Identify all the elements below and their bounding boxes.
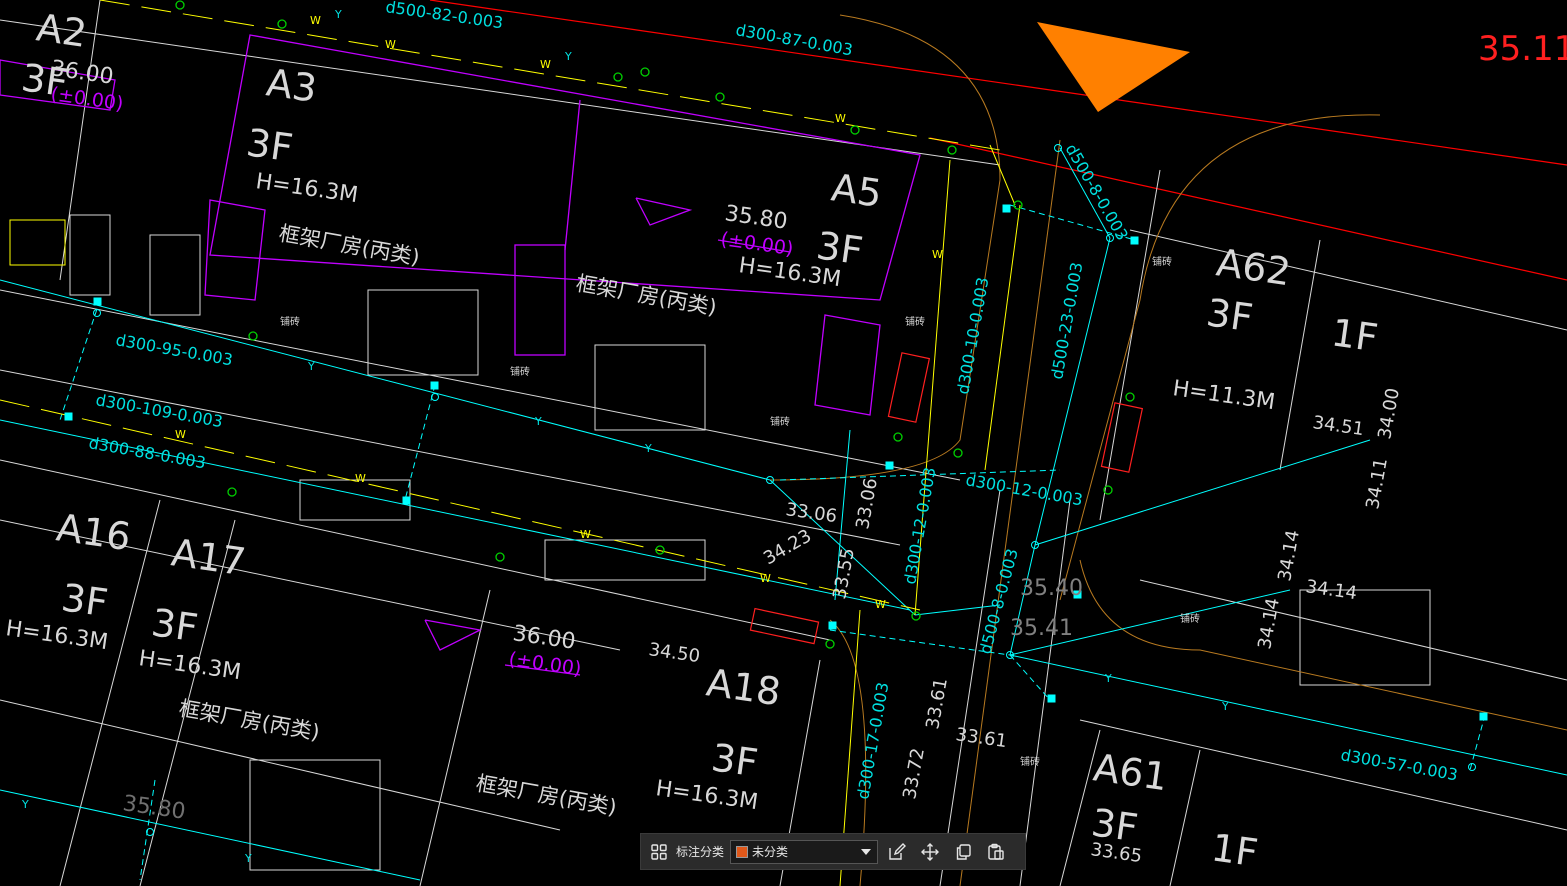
pipe-label: d300-10-0.003: [953, 276, 992, 396]
rain-mark: Y: [564, 50, 572, 63]
building-label: A61: [1091, 745, 1171, 799]
elevation-label: 34.11: [1362, 456, 1392, 510]
height-label: H=11.3M: [1171, 376, 1276, 415]
building-use-label: 框架厂房(丙类): [177, 696, 321, 744]
floor-label: 3F: [709, 735, 761, 785]
paving-label: 铺砖: [280, 315, 300, 328]
rain-mark: Y: [644, 442, 652, 455]
building-label: A18: [704, 660, 784, 714]
paving-label: 铺砖: [510, 365, 530, 378]
elevation-label: 35.80: [121, 791, 187, 825]
annotation-category-select[interactable]: 未分类: [730, 839, 879, 864]
rain-mark: Y: [1104, 672, 1112, 685]
move-arrows-icon[interactable]: [919, 841, 941, 863]
floor-label: 1F: [1209, 825, 1261, 875]
building-label: A3: [264, 60, 320, 111]
annotation-category-label: 标注分类: [676, 845, 725, 859]
annotation-toolbar: 标注分类 未分类: [640, 833, 1026, 870]
pipe-label: d300-17-0.003: [853, 681, 892, 801]
floor-label: 3F: [244, 120, 296, 170]
paving-label: 铺砖: [905, 315, 925, 328]
sewer-mark: W: [835, 112, 846, 125]
apps-grid-icon[interactable]: [648, 841, 670, 863]
elevation-label: 33.61: [954, 724, 1008, 752]
rain-mark: Y: [334, 8, 342, 21]
paving-label: 铺砖: [1152, 255, 1172, 268]
pipe-label: d500-23-0.003: [1047, 261, 1086, 381]
elevation-label: 35.41: [1010, 616, 1073, 641]
floor-label: 3F: [1204, 290, 1256, 340]
sewer-mark: W: [310, 14, 321, 27]
copy-icon[interactable]: [952, 841, 974, 863]
sewer-mark: W: [932, 248, 943, 261]
pipe-label: d300-12-0.003: [900, 466, 939, 586]
building-label: A62: [1214, 240, 1294, 294]
elevation-label: 35.11: [1478, 29, 1567, 69]
pipe-label: d300-88-0.003: [87, 433, 207, 472]
pipe-label: d300-12-0.003: [964, 470, 1084, 509]
paste-icon[interactable]: [985, 841, 1007, 863]
elevation-label: 34.14: [1254, 596, 1284, 650]
orange-marker-icon: [1037, 22, 1190, 112]
building-label: A17: [169, 530, 249, 584]
category-select-value: 未分类: [752, 845, 789, 859]
rain-mark: Y: [21, 798, 29, 811]
elevation-label: 34.00: [1374, 386, 1404, 440]
cad-viewport[interactable]: A2 A3 A5 A16 A17 A18 A62 A61 3F 3F 3F 3F…: [0, 0, 1567, 886]
building-label: A16: [54, 505, 134, 559]
elevation-label: 34.14: [1304, 576, 1358, 604]
floor-label: 1F: [1329, 310, 1381, 360]
pipe-label: d300-109-0.003: [94, 390, 224, 431]
elevation-label: 33.72: [899, 746, 929, 800]
building-label: A5: [829, 165, 885, 216]
rain-mark: Y: [534, 415, 542, 428]
pipe-label: d300-87-0.003: [734, 20, 854, 59]
paving-label: 铺砖: [1020, 755, 1040, 768]
cad-drawing-canvas[interactable]: A2 A3 A5 A16 A17 A18 A62 A61 3F 3F 3F 3F…: [0, 0, 1567, 886]
elevation-label: 34.51: [1311, 412, 1365, 440]
building-texts: A2 A3 A5 A16 A17 A18 A62 A61 3F 3F 3F 3F…: [19, 5, 1381, 875]
height-label: H=16.3M: [254, 169, 359, 208]
sewer-mark: W: [355, 472, 366, 485]
site-boundary: [429, 0, 1567, 281]
elevation-label: 34.14: [1274, 528, 1304, 582]
elevation-label: 34.23: [760, 525, 815, 569]
relative-elevation-texts: (±0.00) (±0.00) (±0.00): [49, 83, 794, 680]
elevation-label: 33.55: [829, 546, 859, 600]
pipe-label: d300-57-0.003: [1339, 745, 1459, 784]
pipe-label: d500-82-0.003: [384, 0, 504, 32]
paving-label: 铺砖: [770, 415, 790, 428]
sewer-mark: W: [385, 38, 396, 51]
elevation-label: 34.50: [647, 639, 701, 667]
sewer-mark: W: [175, 428, 186, 441]
building-use-label: 框架厂房(丙类): [277, 221, 421, 269]
use-texts: 框架厂房(丙类) 框架厂房(丙类) 框架厂房(丙类) 框架厂房(丙类): [177, 221, 718, 819]
equipment-boxes: [749, 352, 1144, 645]
elevation-label: 33.06: [852, 476, 882, 530]
chevron-down-icon: [861, 848, 872, 855]
category-color-swatch: [736, 845, 749, 858]
floor-label: 3F: [149, 600, 201, 650]
pipe-label: d500-8-0.003: [1062, 141, 1133, 244]
pipe-marks: W W W W W W W W W W Y Y Y Y Y Y Y Y Y: [21, 8, 1229, 865]
rain-mark: Y: [307, 360, 315, 373]
elevation-label: 33.06: [784, 499, 838, 527]
edit-icon[interactable]: [886, 841, 908, 863]
elevation-label: 35.40: [1020, 576, 1083, 601]
rain-mark: Y: [244, 852, 252, 865]
building-label: A2: [34, 5, 90, 56]
floor-label: 3F: [59, 575, 111, 625]
sewer-mark: W: [875, 598, 886, 611]
sewer-mark: W: [540, 58, 551, 71]
rain-mark: Y: [1221, 700, 1229, 713]
building-outlines: [0, 0, 1567, 886]
height-label: H=16.3M: [137, 646, 242, 685]
elevation-label: 33.61: [922, 676, 952, 730]
building-use-label: 框架厂房(丙类): [574, 271, 718, 319]
building-use-label: 框架厂房(丙类): [474, 771, 618, 819]
sewer-mark: W: [760, 572, 771, 585]
paving-label: 铺砖: [1180, 612, 1200, 625]
sewer-mark: W: [580, 528, 591, 541]
